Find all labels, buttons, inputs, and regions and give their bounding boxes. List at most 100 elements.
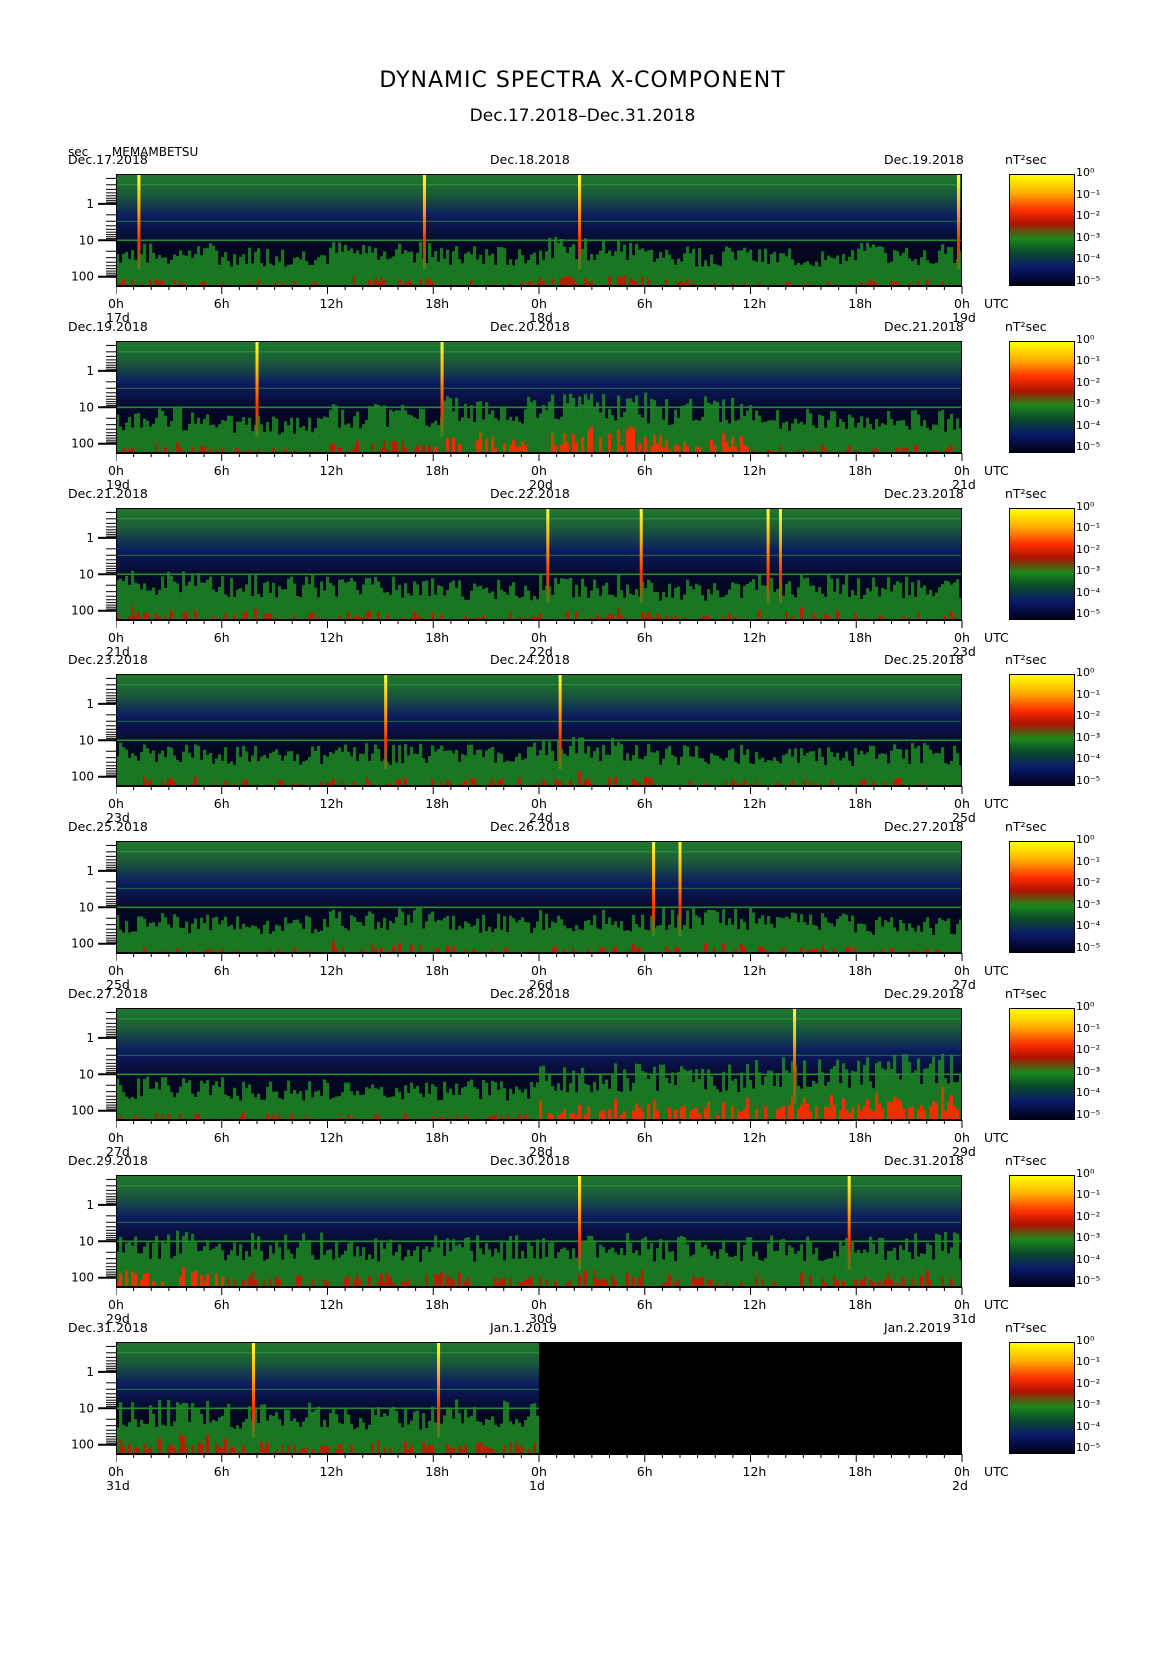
activity-column <box>479 1099 483 1120</box>
activity-column <box>200 1080 204 1120</box>
activity-column <box>131 753 135 787</box>
activity-column <box>146 420 150 453</box>
activity-column <box>689 928 693 954</box>
activity-peak <box>647 1104 651 1120</box>
activity-column <box>746 1236 750 1287</box>
activity-peak <box>257 279 261 286</box>
activity-column <box>131 1096 135 1120</box>
activity-column <box>407 755 411 787</box>
activity-column <box>362 423 366 453</box>
activity-column <box>809 914 813 954</box>
activity-peak <box>377 1439 381 1454</box>
colorbar-tick-label: 10⁻¹ <box>1076 1188 1101 1202</box>
activity-column <box>581 578 585 620</box>
activity-column <box>554 577 558 620</box>
activity-column <box>326 576 330 620</box>
colorbar-tick-label: 10⁻³ <box>1076 1231 1101 1245</box>
activity-column <box>836 919 840 954</box>
activity-column <box>698 758 702 787</box>
activity-column <box>440 247 444 286</box>
activity-column <box>527 1416 531 1454</box>
activity-column <box>506 1241 510 1287</box>
activity-column <box>587 920 591 954</box>
activity-column <box>164 1077 168 1120</box>
impulse-spike <box>778 507 782 603</box>
activity-column <box>452 251 456 286</box>
activity-peak <box>800 607 804 620</box>
activity-peak <box>572 1112 576 1120</box>
activity-column <box>260 263 264 286</box>
activity-column <box>896 580 900 620</box>
activity-column <box>914 931 918 954</box>
activity-column <box>650 582 654 620</box>
activity-peak <box>566 610 570 620</box>
activity-peak <box>365 777 369 787</box>
activity-peak <box>683 1105 687 1120</box>
activity-column <box>716 589 720 620</box>
activity-column <box>362 1422 366 1454</box>
activity-peak <box>287 1444 291 1454</box>
activity-column <box>482 1254 486 1287</box>
activity-column <box>953 934 957 954</box>
activity-column <box>503 591 507 620</box>
activity-column <box>878 426 882 453</box>
activity-column <box>713 582 717 620</box>
activity-column <box>281 432 285 453</box>
activity-column <box>950 761 954 787</box>
y-tick-label: 10 <box>79 1067 94 1081</box>
activity-column <box>935 592 939 620</box>
activity-column <box>218 586 222 620</box>
activity-column <box>197 746 201 787</box>
activity-column <box>749 763 753 787</box>
activity-peak <box>797 1108 801 1120</box>
spectrogram-plot <box>116 507 962 620</box>
colorbar-tick-label: 10⁻⁵ <box>1076 1107 1101 1121</box>
activity-column <box>428 1093 432 1120</box>
activity-column <box>449 398 453 453</box>
activity-column <box>836 1059 840 1120</box>
activity-column <box>524 922 528 954</box>
activity-column <box>275 596 279 620</box>
activity-peak <box>422 444 426 453</box>
activity-column <box>167 426 171 453</box>
activity-column <box>692 907 696 954</box>
activity-column <box>179 250 183 286</box>
activity-peak <box>503 443 507 453</box>
activity-peak <box>758 946 762 954</box>
activity-column <box>227 926 231 954</box>
x-tick-label: 6h <box>636 1296 653 1312</box>
activity-peak <box>422 1442 426 1454</box>
activity-column <box>236 916 240 954</box>
activity-column <box>314 1091 318 1120</box>
activity-column <box>329 752 333 787</box>
panel-mid-date: Dec.28.2018 <box>490 986 570 1001</box>
activity-peak <box>512 439 516 453</box>
activity-column <box>629 760 633 787</box>
activity-column <box>512 1258 516 1287</box>
activity-peak <box>473 779 477 787</box>
activity-column <box>809 413 813 453</box>
activity-column <box>815 591 819 620</box>
activity-column <box>347 250 351 286</box>
activity-column <box>416 252 420 286</box>
activity-column <box>164 587 168 620</box>
activity-peak <box>929 1106 933 1120</box>
x-axis <box>116 786 963 795</box>
impulse-spike <box>251 1341 255 1437</box>
activity-column <box>221 1077 225 1120</box>
x-tick-label: 0h <box>108 963 124 979</box>
activity-column <box>464 403 468 453</box>
spectrogram-plot <box>116 841 962 954</box>
x-tick-label: 18h <box>848 1463 873 1479</box>
activity-column <box>374 744 378 787</box>
activity-peak <box>278 1279 282 1287</box>
activity-column <box>221 257 225 286</box>
activity-column <box>593 1082 597 1120</box>
activity-column <box>155 1426 159 1454</box>
activity-column <box>488 926 492 954</box>
x-tick-label: 12h <box>742 629 767 645</box>
x-tick-label: 0h <box>954 1130 970 1145</box>
activity-column <box>128 584 132 620</box>
activity-peak <box>170 1443 174 1454</box>
activity-column <box>893 1247 897 1287</box>
